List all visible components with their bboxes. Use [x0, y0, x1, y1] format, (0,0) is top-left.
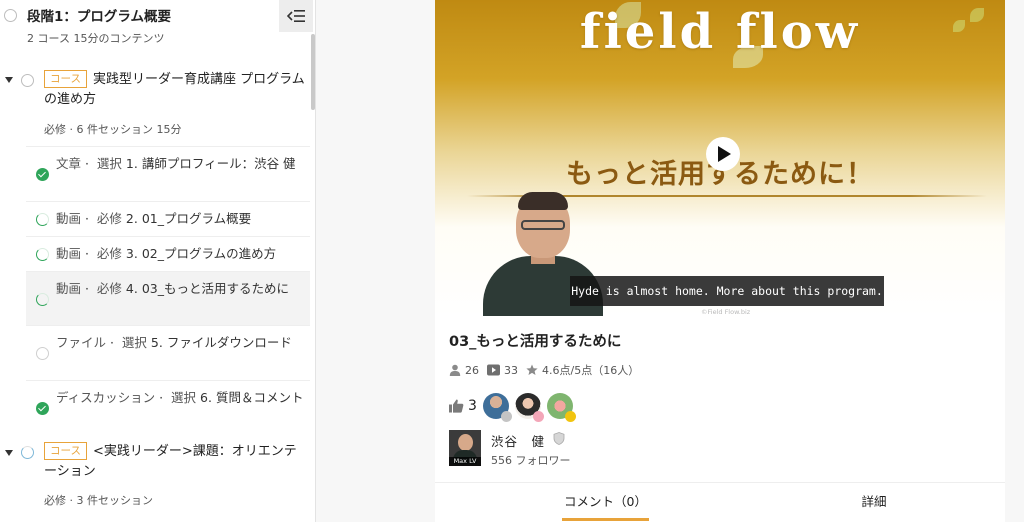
completed-check-icon [36, 402, 49, 415]
stage-header[interactable]: 段階1：プログラム概要 2 コース 15分のコンテンツ [0, 0, 315, 58]
course-meta: 必修 · 6 件セッション 15分 [44, 123, 182, 136]
user-avatar[interactable] [482, 393, 512, 422]
main-area: field flow もっと活用するために！ Hyde is almost ho… [316, 0, 1024, 522]
video-caption: Hyde is almost home. More about this pro… [570, 276, 884, 306]
session-item-text: 文章 · 選択 1. 講師プロフィール：渋谷 健 [56, 156, 296, 171]
shield-icon [553, 432, 565, 445]
like-count: 3 [468, 398, 477, 414]
course-status-icon [21, 446, 34, 459]
author-card[interactable]: Max LV 渋谷 健 556 フォロワー [449, 430, 749, 470]
not-started-icon [36, 347, 49, 360]
session-item-text: ファイル · 選択 5. ファイルダウンロード [56, 335, 292, 350]
star-icon [526, 364, 538, 375]
follower-count: 556 フォロワー [491, 454, 571, 467]
in-progress-icon [36, 293, 49, 306]
person-icon [449, 364, 461, 376]
session-item-text: ディスカッション · 選択 6. 質問＆コメント [56, 390, 304, 405]
play-button[interactable] [706, 137, 740, 171]
sidebar-scrollbar[interactable] [311, 34, 315, 110]
curriculum-sidebar: 段階1：プログラム概要 2 コース 15分のコンテンツ コース 実践型リーダー育成… [0, 0, 316, 522]
list-collapse-icon [287, 10, 305, 22]
session-item-text: 動画 · 必修 3. 02_プログラムの進め方 [56, 246, 277, 261]
reactions-row: 3 [449, 392, 579, 422]
course-badge: コース [44, 442, 87, 460]
videos-stat: 33 [487, 364, 518, 377]
author-avatar[interactable]: Max LV [449, 430, 481, 466]
session-item-2[interactable]: 動画 · 必修 2. 01_プログラム概要 [26, 201, 310, 236]
in-progress-icon [36, 213, 49, 226]
views-stat: 26 [449, 364, 479, 377]
user-avatar[interactable] [546, 393, 576, 422]
session-item-3[interactable]: 動画 · 必修 3. 02_プログラムの進め方 [26, 236, 310, 271]
caret-down-icon[interactable] [5, 450, 13, 456]
level-badge-icon [564, 411, 576, 422]
session-item-text: 動画 · 必修 4. 03_もっと活用するために [56, 281, 289, 296]
video-icon [487, 364, 500, 376]
course-badge: コース [44, 70, 87, 88]
video-logo-text: field flow [579, 4, 861, 60]
collapse-sidebar-button[interactable] [279, 0, 313, 32]
video-title: 03_もっと活用するために [449, 334, 622, 350]
session-item-4-active[interactable]: 動画 · 必修 4. 03_もっと活用するために [26, 271, 310, 325]
course-status-icon [21, 74, 34, 87]
session-item-6[interactable]: ディスカッション · 選択 6. 質問＆コメント [26, 380, 310, 435]
author-level-badge: Max LV [449, 457, 481, 466]
session-item-5[interactable]: ファイル · 選択 5. ファイルダウンロード [26, 325, 310, 380]
tab-details[interactable]: 詳細 [849, 491, 899, 510]
rating-stat: 4.6点/5点（16人） [526, 362, 639, 378]
thumbs-up-icon[interactable] [449, 399, 464, 413]
level-badge-icon [532, 411, 544, 422]
session-item-1[interactable]: 文章 · 選択 1. 講師プロフィール：渋谷 健 [26, 146, 310, 201]
video-watermark: ©Field Flow.biz [701, 308, 751, 316]
stage-subtitle: 2 コース 15分のコンテンツ [27, 32, 165, 45]
course-title[interactable]: コース 実践型リーダー育成講座 プログラムの進め方 [44, 70, 306, 110]
user-avatar[interactable] [514, 393, 544, 422]
content-tabs: コメント（0） 詳細 [435, 482, 1005, 522]
in-progress-icon [36, 248, 49, 261]
completed-check-icon [36, 168, 49, 181]
tab-comments[interactable]: コメント（0） [562, 491, 649, 510]
course-meta: 必修 · 3 件セッション [44, 494, 153, 507]
video-stats: 26 33 4.6点/5点（16人） [449, 362, 647, 378]
active-tab-indicator [562, 518, 649, 521]
author-name[interactable]: 渋谷 健 [491, 431, 545, 450]
level-badge-icon [500, 411, 512, 422]
stage-title: 段階1：プログラム概要 [27, 9, 171, 25]
caret-down-icon[interactable] [5, 77, 13, 83]
stage-status-icon [4, 9, 17, 22]
session-item-text: 動画 · 必修 2. 01_プログラム概要 [56, 211, 252, 226]
course-title[interactable]: コース <実践リーダー>課題：オリエンテーション [44, 442, 306, 482]
video-player[interactable]: field flow もっと活用するために！ Hyde is almost ho… [435, 0, 1005, 316]
content-panel: field flow もっと活用するために！ Hyde is almost ho… [435, 0, 1005, 522]
